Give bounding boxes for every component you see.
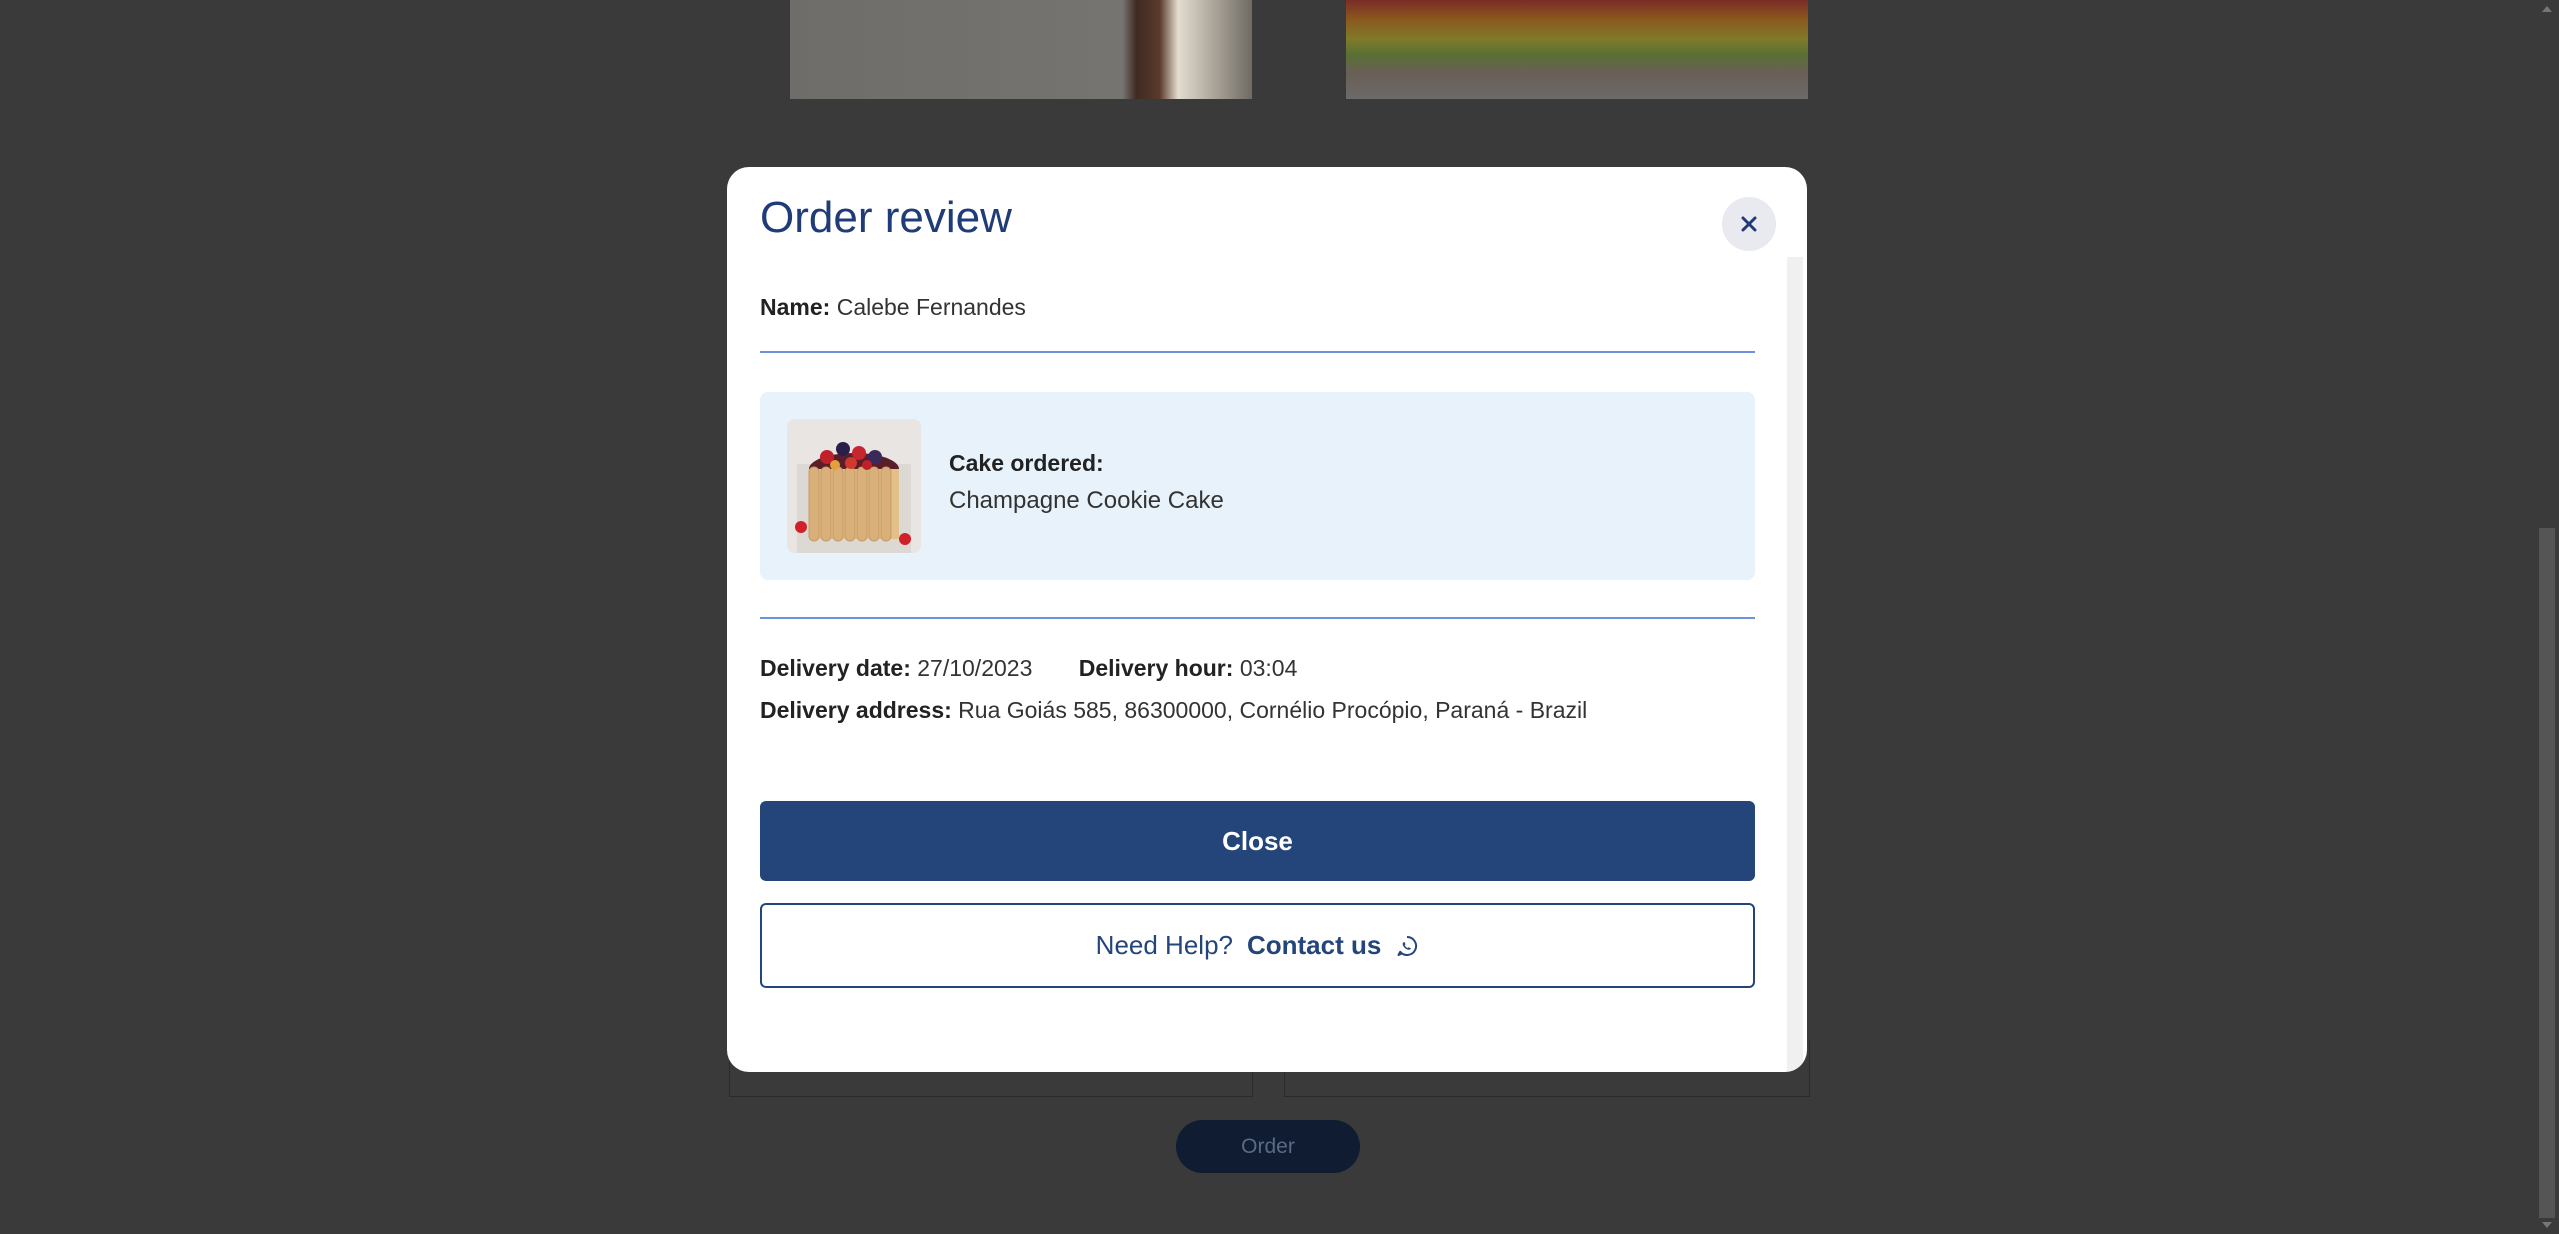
customer-name-row: Name: Calebe Fernandes (760, 294, 1026, 321)
cake-info: Cake ordered: Champagne Cookie Cake (949, 450, 1224, 515)
delivery-hour-value: 03:04 (1239, 655, 1298, 681)
close-icon (1741, 216, 1757, 232)
scrollbar-thumb[interactable] (2539, 528, 2555, 1218)
background-order-button: Order (1176, 1120, 1360, 1173)
delivery-date-label: Delivery date: (760, 655, 911, 681)
divider (760, 617, 1755, 619)
page-scrollbar[interactable] (2535, 0, 2559, 1234)
cake-ordered-value: Champagne Cookie Cake (949, 487, 1224, 514)
cake-image (787, 419, 921, 553)
cake-ordered-label: Cake ordered: (949, 450, 1104, 476)
modal-title: Order review (760, 193, 1012, 242)
delivery-address-label: Delivery address: (760, 697, 952, 723)
contact-us-label: Contact us (1246, 930, 1382, 960)
order-review-modal: Order review Name: Calebe Fernandes Cake… (727, 167, 1807, 1072)
delivery-date-value: 27/10/2023 (917, 655, 1033, 681)
whatsapp-icon (1397, 935, 1418, 956)
background-cake-image (790, 0, 1252, 99)
divider (760, 351, 1755, 353)
delivery-datetime-row: Delivery date: 27/10/2023 Delivery hour:… (760, 655, 1297, 682)
close-button[interactable]: Close (760, 801, 1755, 881)
scroll-down-icon[interactable] (2542, 1222, 2552, 1228)
delivery-address-value: Rua Goiás 585, 86300000, Cornélio Procóp… (958, 697, 1588, 723)
delivery-address-row: Delivery address: Rua Goiás 585, 8630000… (760, 697, 1587, 724)
name-label: Name: (760, 294, 831, 320)
contact-us-button[interactable]: Need Help? Contact us (760, 903, 1755, 988)
cake-ordered-card: Cake ordered: Champagne Cookie Cake (760, 392, 1755, 580)
close-modal-button[interactable] (1722, 197, 1776, 251)
need-help-text: Need Help? (1095, 930, 1233, 960)
delivery-hour-label: Delivery hour: (1078, 655, 1234, 681)
name-value: Calebe Fernandes (836, 294, 1026, 320)
background-cake-image (1346, 0, 1808, 99)
scroll-up-icon[interactable] (2542, 6, 2552, 12)
modal-scrollbar[interactable] (1787, 257, 1803, 1072)
